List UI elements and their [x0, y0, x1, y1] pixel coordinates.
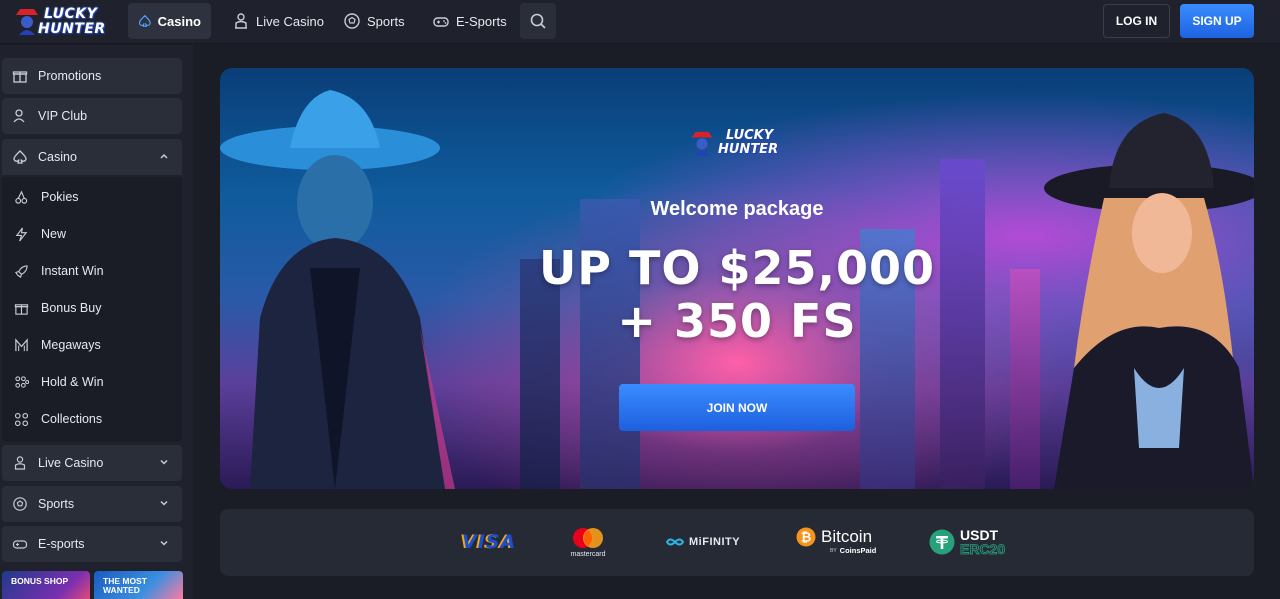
join-now-button[interactable]: JOIN NOW: [619, 384, 855, 431]
brand-line-1: LUCKY: [44, 6, 98, 22]
chevron-up-icon[interactable]: [158, 150, 170, 162]
login-button[interactable]: LOG IN: [1103, 4, 1170, 38]
sidebar: Promotions VIP Club Casino Pokies New In…: [0, 45, 193, 599]
bitcoin-by-label: BY: [830, 547, 837, 554]
top-bar: LUCKY HUNTER Casino Live Casino Sports E…: [0, 0, 1280, 44]
nav-live-casino-label: Live Casino: [256, 13, 324, 29]
tile-label: WANTED: [103, 585, 140, 595]
brand-logo[interactable]: LUCKY HUNTER: [14, 3, 114, 41]
search-icon: [530, 13, 546, 29]
soccer-ball-icon: [13, 497, 27, 511]
submenu-item-pokies[interactable]: Pokies: [14, 187, 79, 207]
payment-methods: VISA mastercard MiFINITY ₿ Bitcoin BY Co…: [220, 509, 1254, 576]
sidebar-label-vip: VIP Club: [38, 109, 88, 123]
sidebar-item-casino[interactable]: Casino: [2, 139, 182, 175]
megaways-icon: [15, 337, 28, 351]
chevron-down-icon[interactable]: [158, 537, 170, 549]
sidebar-label-sports: Sports: [38, 497, 75, 511]
hunter-mascot-icon: [691, 131, 713, 156]
dealer-icon: [14, 456, 26, 470]
sidebar-item-vip[interactable]: VIP Club: [2, 98, 182, 134]
submenu-label: Bonus Buy: [41, 301, 102, 315]
submenu-label: Pokies: [41, 190, 79, 204]
search-button[interactable]: [520, 3, 556, 39]
cherries-icon: [15, 190, 28, 204]
mastercard-circles-icon: [573, 528, 603, 548]
chevron-down-icon[interactable]: [158, 497, 170, 509]
nav-casino[interactable]: Casino: [128, 3, 211, 39]
welcome-title: Welcome package: [650, 198, 824, 220]
spade-icon: [138, 14, 151, 27]
tile-label: BONUS SHOP: [11, 576, 69, 586]
submenu-label: Hold & Win: [41, 375, 104, 389]
gamepad-icon: [433, 17, 449, 27]
most-wanted-tile[interactable]: THE MOST WANTED: [94, 571, 183, 599]
coins-icon: [15, 375, 29, 388]
lightning-icon: [15, 227, 28, 241]
bitcoin-icon: ₿: [796, 527, 816, 547]
gamepad-icon: [12, 540, 28, 549]
casino-submenu: Pokies New Instant Win Bonus Buy Megaway…: [2, 177, 182, 442]
dealer-icon: [235, 13, 247, 29]
submenu-label: New: [41, 227, 67, 241]
bonus-headline-2: + 350 FS: [617, 294, 857, 348]
sidebar-item-live-casino[interactable]: Live Casino: [2, 445, 182, 481]
submenu-label: Collections: [41, 412, 103, 426]
gift-box-icon: [14, 303, 29, 315]
grid-icon: [14, 412, 29, 426]
signup-button[interactable]: SIGN UP: [1180, 4, 1254, 38]
usdt-label: USDT: [960, 527, 999, 543]
banner-logo-line-1: LUCKY: [726, 128, 774, 143]
svg-text:₿: ₿: [801, 531, 812, 546]
bitcoin-label: Bitcoin: [821, 527, 873, 546]
mastercard-label: mastercard: [570, 551, 606, 558]
nav-esports[interactable]: E-Sports: [422, 3, 517, 39]
sidebar-item-promotions[interactable]: Promotions: [2, 58, 182, 94]
visa-logo: VISA: [462, 531, 516, 553]
submenu-label: Megaways: [41, 338, 101, 352]
visa-label: VISA: [462, 531, 517, 553]
nav-live-casino[interactable]: Live Casino: [222, 3, 334, 39]
coinspaid-label: CoinsPaid: [839, 546, 877, 555]
sidebar-item-sports[interactable]: Sports: [2, 486, 182, 522]
nav-sports[interactable]: Sports: [333, 3, 415, 39]
bonus-headline-1: UP TO $25,000: [538, 241, 936, 295]
mifinity-logo: MiFINITY: [665, 536, 740, 548]
chevron-down-icon[interactable]: [158, 456, 170, 468]
soccer-ball-icon: [344, 13, 360, 29]
sidebar-label-casino: Casino: [38, 150, 77, 164]
mifinity-infinity-icon: [665, 538, 685, 546]
brand-line-2: HUNTER: [38, 21, 106, 37]
gift-icon: [12, 71, 28, 83]
submenu-item-megaways[interactable]: Megaways: [14, 335, 101, 355]
banner-logo-line-2: HUNTER: [718, 142, 779, 157]
hunter-mascot-icon: [16, 9, 38, 35]
tether-icon: [929, 529, 955, 555]
nav-sports-label: Sports: [367, 13, 405, 29]
mastercard-logo: mastercard: [570, 527, 606, 558]
usdt-logo: USDT ERC20: [929, 527, 1006, 557]
sidebar-label-esports: E-sports: [38, 537, 85, 551]
welcome-banner: LUCKY HUNTER Welcome package UP TO $25,0…: [220, 68, 1254, 489]
bonus-shop-tile[interactable]: BONUS SHOP: [2, 571, 90, 599]
nav-esports-label: E-Sports: [456, 13, 507, 29]
submenu-item-collections[interactable]: Collections: [14, 409, 102, 429]
submenu-label: Instant Win: [41, 264, 104, 278]
submenu-item-bonus-buy[interactable]: Bonus Buy: [14, 298, 101, 318]
banner-logo: LUCKY HUNTER: [690, 126, 790, 164]
sidebar-label-promotions: Promotions: [38, 69, 102, 83]
submenu-item-new[interactable]: New: [14, 224, 66, 244]
user-icon: [13, 109, 25, 123]
spade-icon: [13, 150, 27, 164]
nav-casino-label: Casino: [157, 13, 201, 29]
sidebar-item-esports[interactable]: E-sports: [2, 526, 182, 562]
erc20-label: ERC20: [960, 541, 1006, 557]
submenu-item-hold-win[interactable]: Hold & Win: [14, 372, 104, 392]
sidebar-label-live-casino: Live Casino: [38, 456, 104, 470]
rocket-icon: [14, 264, 28, 278]
bitcoin-logo: ₿ Bitcoin BY CoinsPaid: [796, 527, 876, 555]
submenu-item-instant-win[interactable]: Instant Win: [14, 261, 104, 281]
mifinity-label: MiFINITY: [689, 536, 741, 548]
